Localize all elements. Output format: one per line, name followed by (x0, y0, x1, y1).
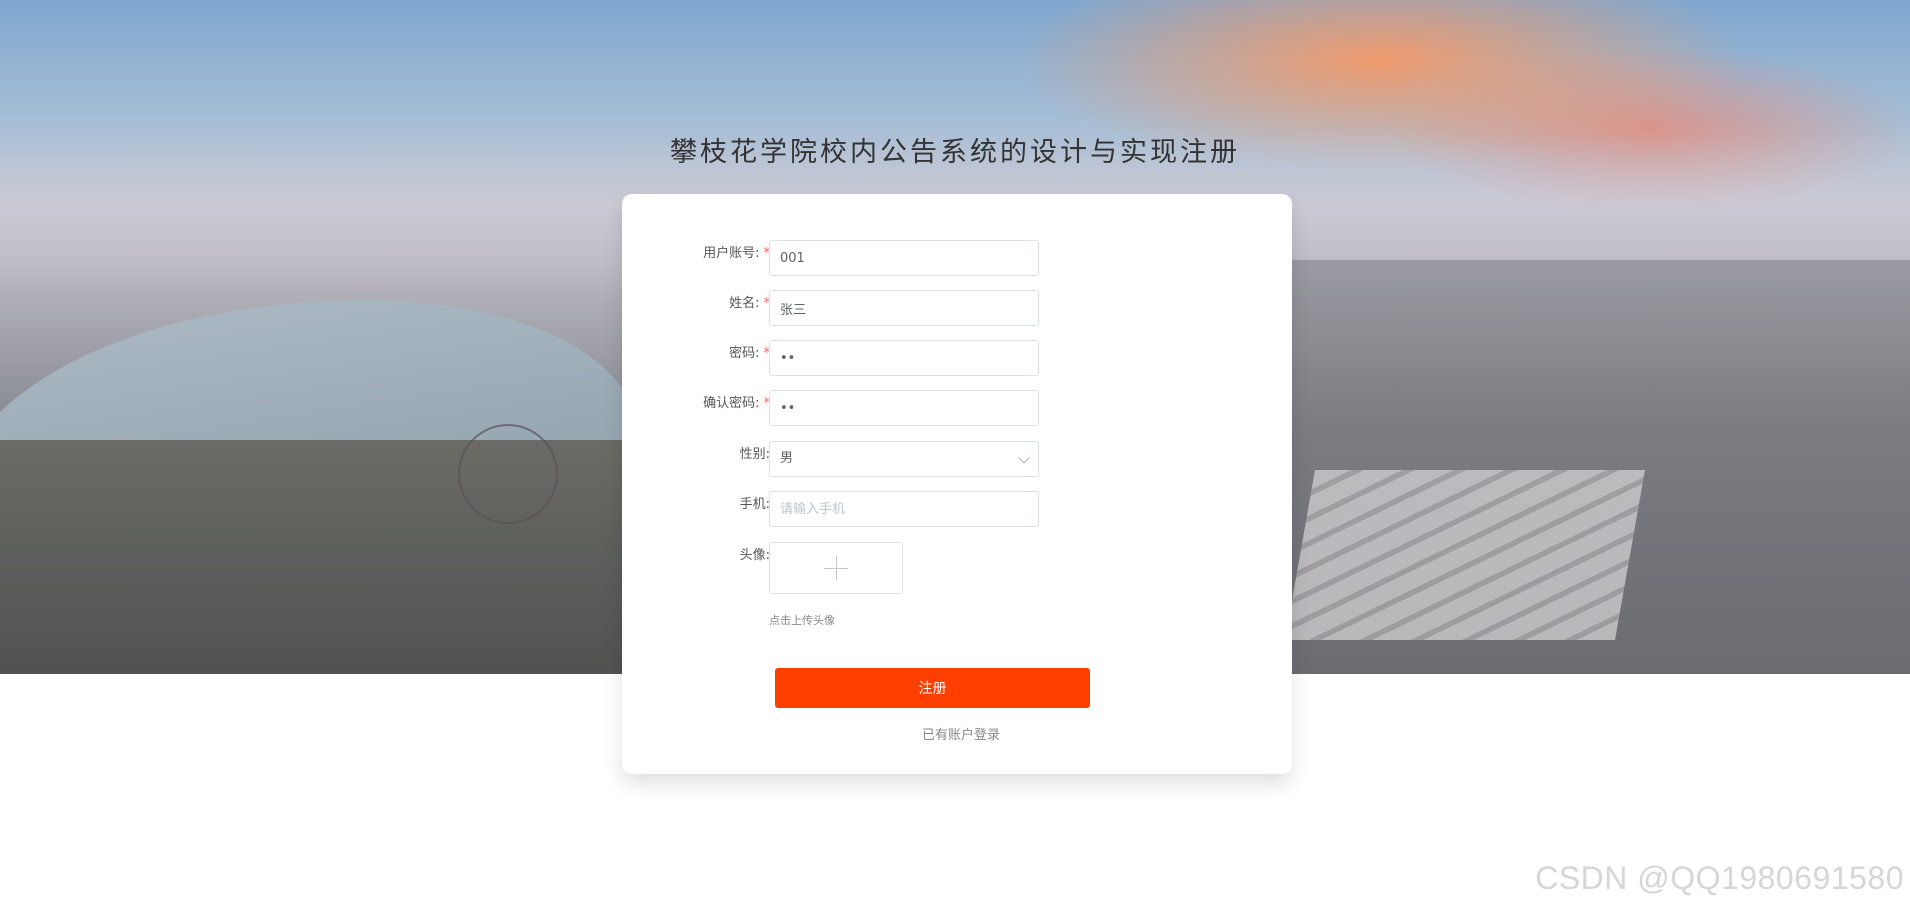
gender-select[interactable]: 男 (769, 441, 1039, 477)
background-roofs (1285, 470, 1645, 640)
register-card: 用户账号:* 姓名:* 密码:* 确认密码:* 性别: 男 手机: 头像: 点击… (622, 194, 1292, 774)
name-input[interactable] (769, 290, 1039, 326)
chevron-down-icon (1018, 452, 1030, 464)
password-label: 密码: * (729, 346, 770, 361)
avatar-upload[interactable] (769, 542, 903, 594)
ferris-wheel-shape (458, 424, 558, 524)
confirm-password-row: 确认密码: * (622, 390, 1292, 426)
login-link[interactable]: 已有账户登录 (622, 724, 1292, 743)
username-input[interactable] (769, 240, 1039, 276)
phone-input[interactable] (769, 491, 1039, 527)
register-button[interactable]: 注册 (775, 668, 1090, 708)
confirm-password-label: 确认密码: * (703, 396, 770, 411)
name-label: 姓名: * (729, 296, 770, 311)
watermark: CSDN @QQ1980691580 (1535, 860, 1904, 896)
password-row: 密码: * (622, 340, 1292, 376)
name-row: 姓名: * (622, 290, 1292, 326)
page-title: 攀枝花学院校内公告系统的设计与实现注册 (670, 137, 1240, 168)
phone-label: 手机: (739, 497, 770, 512)
gender-label: 性别: (739, 447, 770, 462)
phone-row: 手机: (622, 491, 1292, 527)
avatar-label: 头像: (739, 548, 770, 563)
avatar-row: 头像: (622, 542, 1292, 594)
username-label: 用户账号: * (703, 246, 770, 261)
gender-select-value: 男 (780, 451, 794, 466)
username-row: 用户账号: * (622, 240, 1292, 276)
avatar-upload-hint: 点击上传头像 (769, 614, 835, 627)
confirm-password-input[interactable] (769, 390, 1039, 426)
password-input[interactable] (769, 340, 1039, 376)
gender-row: 性别: 男 (622, 441, 1292, 477)
